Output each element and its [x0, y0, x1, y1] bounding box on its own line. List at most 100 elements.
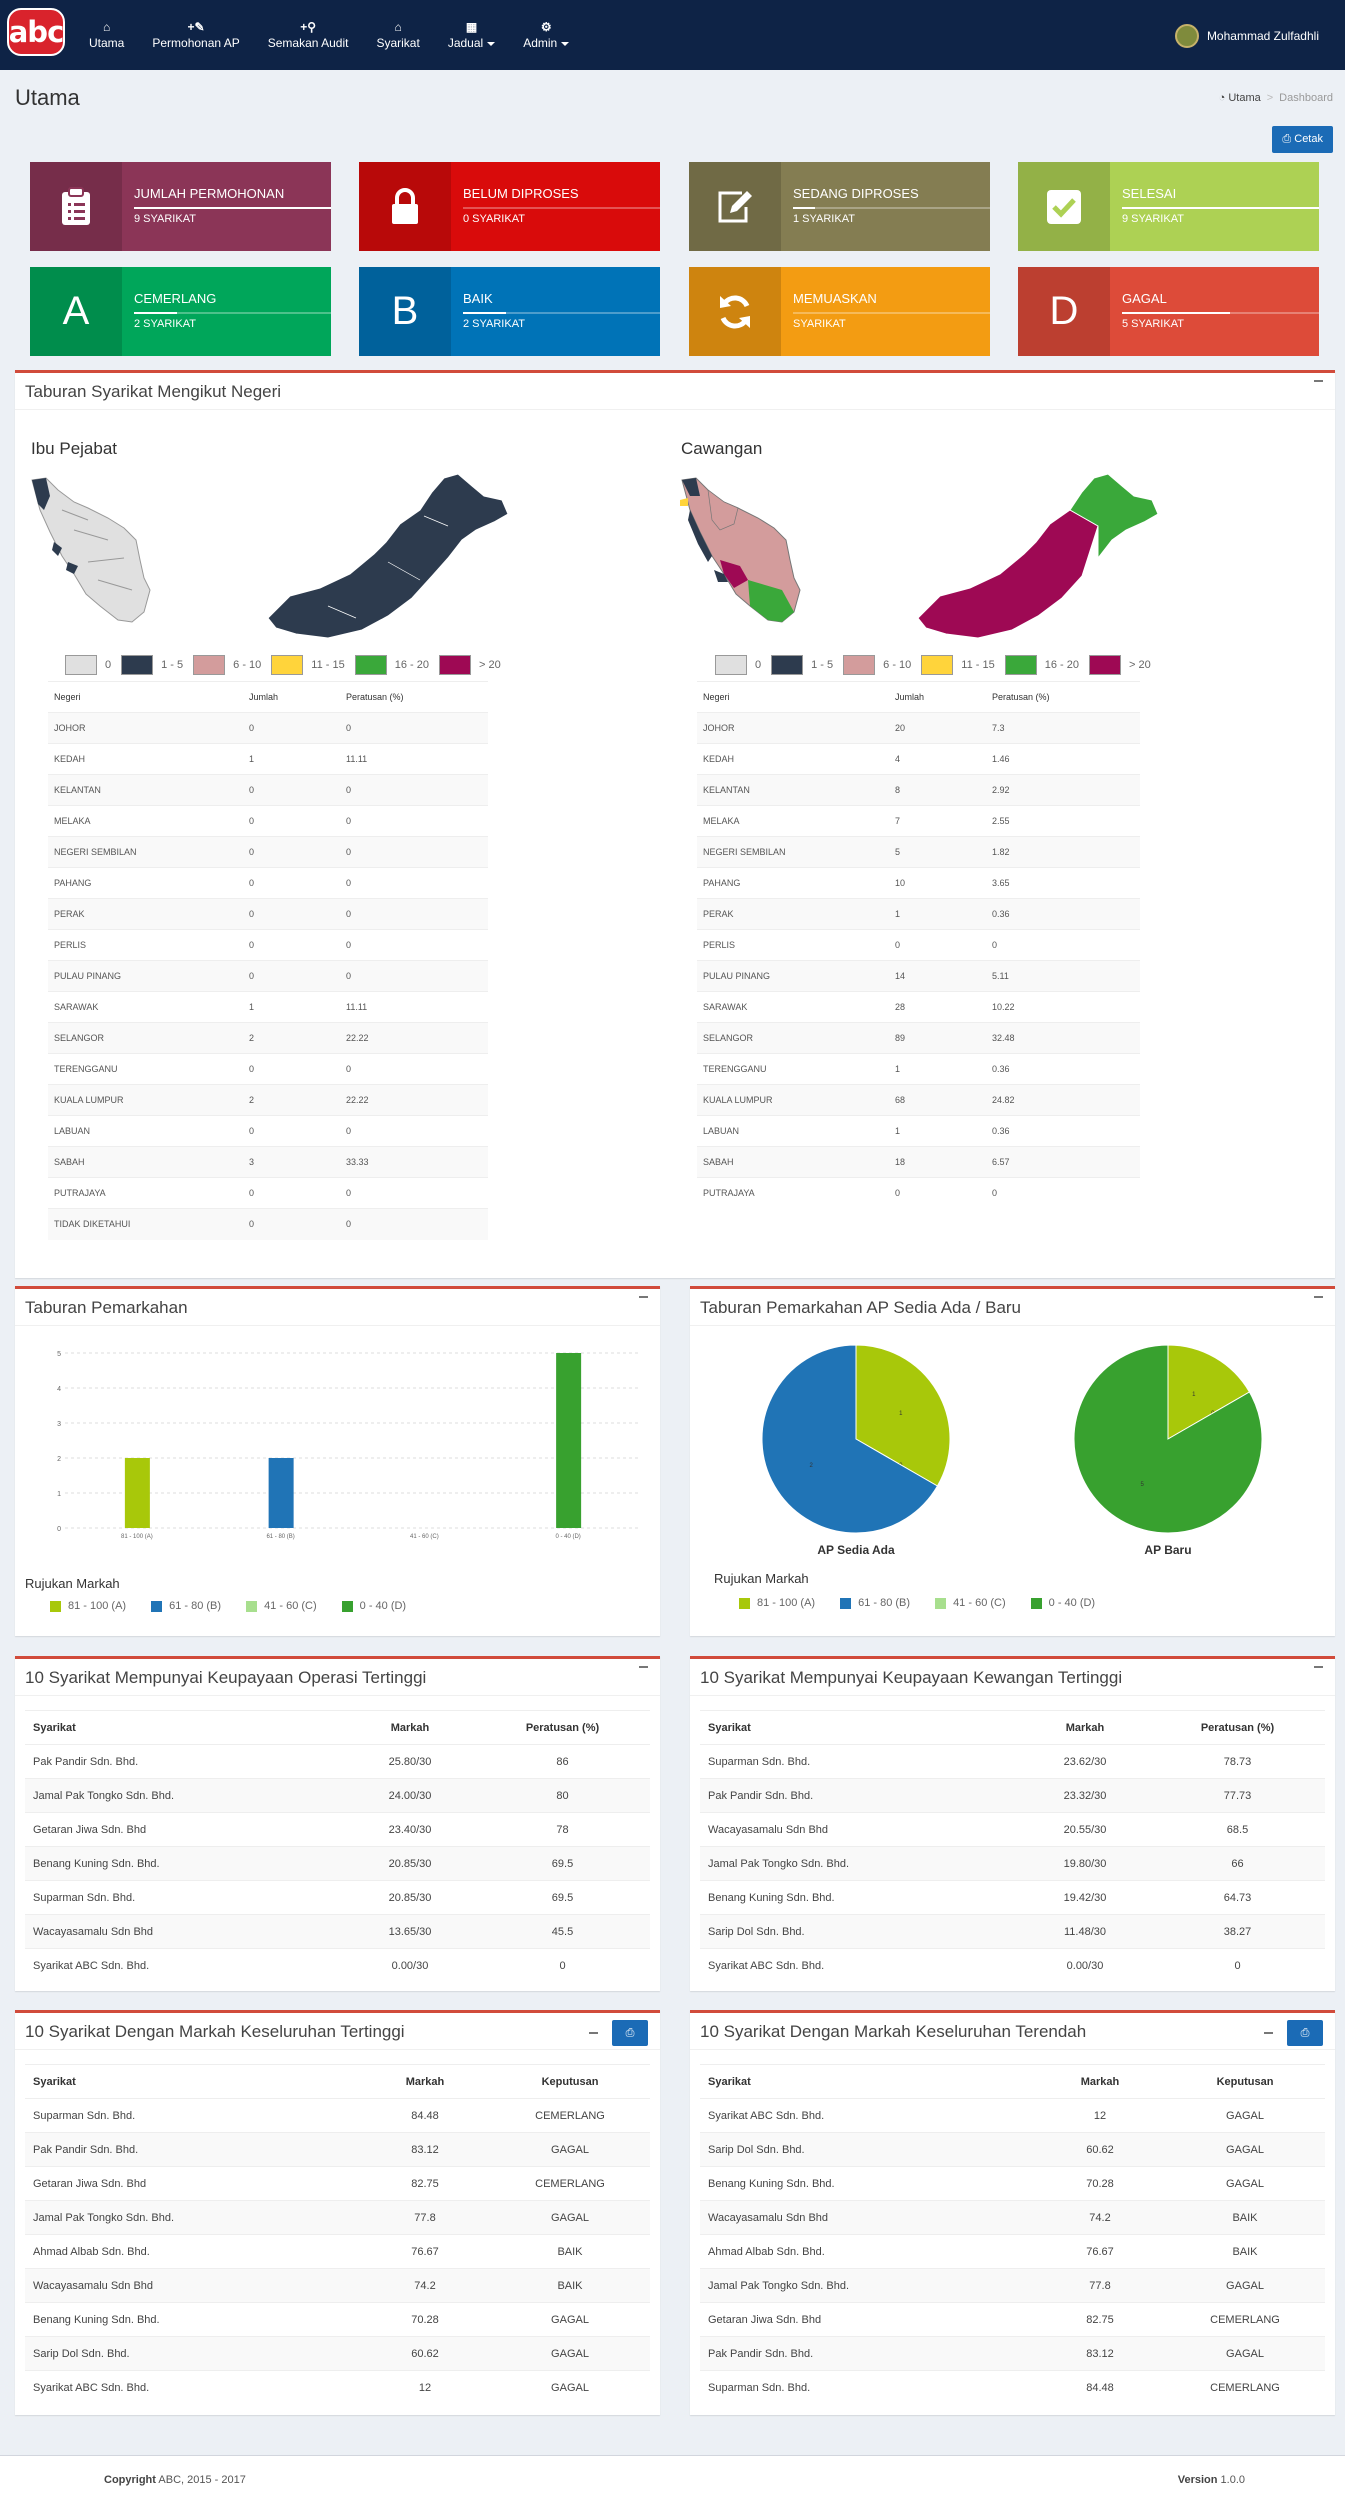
table-cell: 0	[340, 929, 488, 961]
table-row: Ahmad Albab Sdn. Bhd. 76.67 BAIK	[25, 2234, 650, 2269]
table-row: Syarikat ABC Sdn. Bhd. 0.00/30 0	[700, 1948, 1325, 1983]
column-header: Peratusan (%)	[1150, 1710, 1325, 1745]
tile-sedang-diproses[interactable]: SEDANG DIPROSES 1 SYARIKAT	[689, 162, 990, 251]
table-cell: SELANGOR	[697, 1022, 889, 1054]
tile-count: 2 SYARIKAT	[134, 318, 196, 330]
table-row: MELAKA 7 2.55	[697, 805, 1140, 837]
tile-belum-diproses[interactable]: BELUM DIPROSES 0 SYARIKAT	[359, 162, 660, 251]
table-cell: 0	[243, 1177, 340, 1209]
table-row: Wacayasamalu Sdn Bhd 20.55/30 68.5	[700, 1812, 1325, 1847]
menu-semakan-audit[interactable]: +⚲ Semakan Audit	[254, 0, 363, 70]
y-tick-label: 2	[57, 1456, 61, 1463]
menu-permohonan-ap[interactable]: +✎ Permohonan AP	[138, 0, 253, 70]
app-logo[interactable]: abc	[7, 8, 65, 56]
column-header: Keputusan	[1165, 2064, 1325, 2099]
print-button[interactable]: ⎙	[1287, 2020, 1323, 2046]
legend-label: 0	[105, 659, 112, 671]
table-row: PAHANG 10 3.65	[697, 867, 1140, 899]
tile-progress	[463, 312, 660, 314]
table-cell: 0	[340, 960, 488, 992]
tile-progress	[793, 312, 990, 314]
collapse-button[interactable]	[1314, 1666, 1323, 1668]
table-row: KELANTAN 0 0	[48, 774, 488, 806]
table-cell: GAGAL	[1165, 2336, 1325, 2371]
collapse-button[interactable]	[589, 2032, 598, 2034]
table-cell: Getaran Jiwa Sdn. Bhd	[700, 2302, 1035, 2337]
table-row: Wacayasamalu Sdn Bhd 13.65/30 45.5	[25, 1914, 650, 1949]
ibu-pejabat-table: Negeri Jumlah Peratusan (%) JOHOR 0 0 KEDAH 1 1…	[48, 681, 488, 1240]
table-cell: 13.65/30	[345, 1914, 475, 1949]
tile-title: JUMLAH PERMOHONAN	[134, 186, 285, 201]
table-row: NEGERI SEMBILAN 5 1.82	[697, 836, 1140, 868]
y-tick-label: 5	[57, 1351, 61, 1358]
table-cell: 83.12	[360, 2132, 490, 2167]
table-cell: GAGAL	[490, 2336, 650, 2371]
bar	[124, 1458, 150, 1528]
table-cell: Jamal Pak Tongko Sdn. Bhd.	[25, 2200, 360, 2235]
table-cell: 20.55/30	[1020, 1812, 1150, 1847]
table-cell: 19.42/30	[1020, 1880, 1150, 1915]
tile-gagal[interactable]: D GAGAL 5 SYARIKAT	[1018, 267, 1319, 356]
tile-selesai[interactable]: SELESAI 9 SYARIKAT	[1018, 162, 1319, 251]
collapse-button[interactable]	[1314, 1296, 1323, 1298]
table-cell: 0	[340, 1177, 488, 1209]
tile-baik[interactable]: B BAIK 2 SYARIKAT	[359, 267, 660, 356]
tile-progress	[134, 312, 331, 314]
legend-swatch	[739, 1597, 750, 1609]
table-row: SARAWAK 28 10.22	[697, 991, 1140, 1023]
tile-memuaskan[interactable]: MEMUASKAN SYARIKAT	[689, 267, 990, 356]
table-cell: Sarip Dol Sdn. Bhd.	[25, 2336, 360, 2371]
table-cell: Benang Kuning Sdn. Bhd.	[25, 1846, 345, 1881]
table-cell: SABAH	[697, 1146, 889, 1178]
menu-admin[interactable]: ⚙ Admin	[509, 0, 583, 70]
cawangan-legend: 0 1 - 5 6 - 10 11 - 15 16 - 20 > 20	[705, 655, 1151, 675]
table-cell: 7.3	[986, 712, 1140, 744]
menu-syarikat[interactable]: ⌂ Syarikat	[362, 0, 433, 70]
table-cell: 20.85/30	[345, 1880, 475, 1915]
tile-cemerlang[interactable]: A CEMERLANG 2 SYARIKAT	[30, 267, 331, 356]
column-header: Syarikat	[700, 1710, 1020, 1745]
column-header: Markah	[1020, 1710, 1150, 1745]
legend-label: 1 - 5	[811, 659, 834, 671]
print-button[interactable]: ⎙	[612, 2020, 648, 2046]
collapse-button[interactable]	[1264, 2032, 1273, 2034]
table-cell: JOHOR	[697, 712, 889, 744]
ap-sedia-ada-pie: 102	[761, 1344, 951, 1534]
column-header: Peratusan (%)	[475, 1710, 650, 1745]
table-cell: 76.67	[1035, 2234, 1165, 2269]
table-cell: Syarikat ABC Sdn. Bhd.	[700, 2098, 1035, 2133]
column-header: Peratusan (%)	[340, 681, 488, 713]
menu-utama[interactable]: ⌂ Utama	[75, 0, 138, 70]
breadcrumb-home[interactable]: Utama	[1228, 92, 1260, 104]
table-cell: GAGAL	[490, 2132, 650, 2167]
table-cell: 0	[889, 929, 986, 961]
y-tick-label: 3	[57, 1421, 61, 1428]
table-cell: 38.27	[1150, 1914, 1325, 1949]
table-cell: KUALA LUMPUR	[697, 1084, 889, 1116]
user-menu[interactable]: Mohammad Zulfadhli	[1174, 24, 1319, 48]
table-cell: JOHOR	[48, 712, 243, 744]
table-cell: 0	[243, 836, 340, 868]
table-cell: 23.62/30	[1020, 1744, 1150, 1779]
print-button[interactable]: ⎙ Cetak	[1272, 126, 1333, 153]
table-cell: PUTRAJAYA	[697, 1177, 889, 1209]
table-row: PUTRAJAYA 0 0	[48, 1177, 488, 1209]
collapse-button[interactable]	[1314, 380, 1323, 382]
table-cell: SABAH	[48, 1146, 243, 1178]
table-row: Ahmad Albab Sdn. Bhd. 76.67 BAIK	[700, 2234, 1325, 2269]
legend-swatch	[921, 655, 954, 675]
sedia-baru-legend: 81 - 100 (A) 61 - 80 (B) 41 - 60 (C) 0 -…	[714, 1597, 1095, 1609]
table-cell: BAIK	[490, 2268, 650, 2303]
table-cell: 33.33	[340, 1146, 488, 1178]
table-cell: 1.46	[986, 743, 1140, 775]
column-header: Negeri	[697, 681, 889, 713]
collapse-button[interactable]	[639, 1296, 648, 1298]
tile-title: GAGAL	[1122, 291, 1167, 306]
collapse-button[interactable]	[639, 1666, 648, 1668]
column-header: Peratusan (%)	[986, 681, 1140, 713]
tile-jumlah-permohonan[interactable]: JUMLAH PERMOHONAN 9 SYARIKAT	[30, 162, 331, 251]
column-header: Syarikat	[25, 2064, 360, 2099]
legend-label: 41 - 60 (C)	[264, 1600, 317, 1612]
menu-jadual[interactable]: ▦ Jadual	[434, 0, 509, 70]
pie1-title: AP Sedia Ada	[817, 1543, 895, 1557]
